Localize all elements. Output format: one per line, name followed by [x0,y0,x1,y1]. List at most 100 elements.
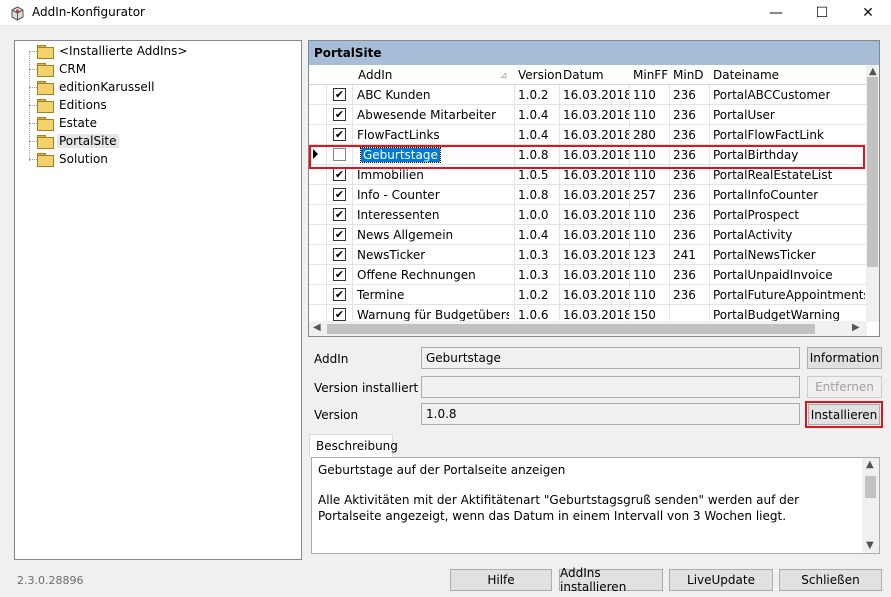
install-addins-button[interactable]: AddIns installieren [559,566,663,594]
row-checkbox[interactable]: ✔ [333,248,346,261]
table-row[interactable]: ✔ FlowFactLinks 1.0.4 16.03.2018 280 236 Porta… [309,125,867,145]
scroll-up-icon[interactable]: ▲ [869,66,877,77]
row-checkbox[interactable]: ✔ [333,228,346,241]
column-separator [326,185,327,205]
tree-item-label: PortalSite [57,134,119,148]
cell-datum: 16.03.2018 [563,288,629,302]
row-checkbox[interactable]: ✔ [333,88,346,101]
scroll-up-icon[interactable]: ▲ [866,459,874,470]
close-dialog-button[interactable]: Schließen [779,569,882,591]
cell-minff: 110 [633,268,656,282]
column-separator [669,185,670,205]
column-separator [629,85,630,105]
help-button[interactable]: Hilfe [450,569,552,591]
tree-item-label: CRM [59,62,87,76]
tree-item-crm[interactable]: CRM [37,60,88,78]
table-row[interactable]: ✔ Termine 1.0.2 16.03.2018 110 236 PortalFutur… [309,285,867,305]
column-separator [709,205,710,225]
table-row[interactable]: ✔ ABC Kunden 1.0.2 16.03.2018 110 236 PortalAB… [309,85,867,105]
column-separator [514,125,515,145]
remove-button[interactable]: Entfernen [807,376,882,398]
column-separator [514,205,515,225]
addin-tree[interactable]: <Installierte AddIns> CRM editionKarusse… [14,40,302,560]
column-separator [669,85,670,105]
column-separator [352,205,353,225]
cell-datum: 16.03.2018 [563,168,629,182]
addin-grid[interactable]: PortalSite AddIn ⊿ Version Datum MinFF M… [308,40,880,337]
cell-datum: 16.03.2018 [563,108,629,122]
install-button[interactable]: Installieren [805,401,883,428]
row-checkbox[interactable]: ✔ [333,268,346,281]
scroll-right-icon[interactable]: ▶ [852,322,860,333]
maximize-icon: ☐ [815,5,829,21]
cell-minff: 110 [633,88,656,102]
column-separator [559,185,560,205]
tree-connector [29,69,37,70]
column-separator [709,245,710,265]
folder-icon [37,153,54,167]
tree-item-estate[interactable]: Estate [37,114,99,132]
maximize-button[interactable]: ☐ [799,0,845,26]
cell-mind: 236 [673,88,696,102]
table-row[interactable]: ✔ News Allgemein 1.0.4 16.03.2018 110 236 Port… [309,225,867,245]
cell-datum: 16.03.2018 [563,208,629,222]
column-separator [709,125,710,145]
row-checkbox[interactable]: ✔ [333,188,346,201]
sort-icon: ⊿ [500,71,508,81]
column-header-mind[interactable]: MinD [673,68,704,82]
column-header-minff[interactable]: MinFF [633,68,668,82]
table-row[interactable]: ✔ Offene Rechnungen 1.0.3 16.03.2018 110 236 P… [309,265,867,285]
version-field: 1.0.8 [421,403,800,425]
column-header-dateiname[interactable]: Dateiname [713,68,779,82]
description-scrollbar[interactable] [862,458,879,553]
table-row[interactable]: ✔ Interessenten 1.0.0 16.03.2018 110 236 Porta… [309,205,867,225]
column-header-addin[interactable]: AddIn [358,68,392,82]
tree-item-installed-addins[interactable]: <Installierte AddIns> [37,42,189,60]
description-scroll-thumb[interactable] [865,476,876,498]
row-checkbox[interactable]: ✔ [333,308,346,321]
row-highlight [309,145,865,169]
row-checkbox[interactable]: ✔ [333,208,346,221]
close-button[interactable]: ✕ [845,0,891,26]
addin-field: Geburtstage [421,347,800,369]
table-row[interactable]: ✔ NewsTicker 1.0.3 16.03.2018 123 241 PortalNe… [309,245,867,265]
cell-version: 1.0.3 [518,248,549,262]
minimize-button[interactable]: — [753,0,799,26]
vertical-scroll-thumb[interactable] [867,77,878,267]
information-button[interactable]: Information [807,347,882,369]
column-separator [514,185,515,205]
tree-item-label: Estate [59,116,97,130]
table-row[interactable]: ✔ Info - Counter 1.0.8 16.03.2018 257 236 Port… [309,185,867,205]
scroll-left-icon[interactable]: ◀ [313,322,321,333]
tree-item-editionkarussell[interactable]: editionKarussell [37,78,156,96]
column-separator [559,105,560,125]
version-installed-field [421,376,800,398]
row-checkbox[interactable]: ✔ [333,168,346,181]
column-header-datum[interactable]: Datum [563,68,604,82]
column-separator [709,285,710,305]
scroll-down-icon[interactable]: ▼ [866,540,874,551]
grid-caption: PortalSite [309,41,879,65]
liveupdate-button[interactable]: LiveUpdate [669,569,773,591]
tree-connector [29,51,37,52]
column-separator [559,265,560,285]
horizontal-scroll-thumb[interactable] [327,324,815,334]
description-text: Alle Aktivitäten mit der Aktifitätenart … [318,493,800,523]
row-checkbox[interactable]: ✔ [333,108,346,121]
tree-item-solution[interactable]: Solution [37,150,110,168]
column-separator [352,225,353,245]
cell-addin: Interessenten [357,208,440,222]
cell-dateiname: PortalProspect [713,208,800,222]
column-separator [559,245,560,265]
column-header-version[interactable]: Version [518,68,562,82]
tab-description[interactable]: Beschreibung [309,434,398,457]
cell-mind: 236 [673,108,696,122]
cell-addin: News Allgemein [357,228,454,242]
column-separator [352,125,353,145]
tree-item-editions[interactable]: Editions [37,96,109,114]
column-separator [352,185,353,205]
row-checkbox[interactable]: ✔ [333,288,346,301]
tree-item-portalsite[interactable]: PortalSite [37,132,119,150]
row-checkbox[interactable]: ✔ [333,128,346,141]
table-row[interactable]: ✔ Abwesende Mitarbeiter 1.0.4 16.03.2018 110… [309,105,867,125]
